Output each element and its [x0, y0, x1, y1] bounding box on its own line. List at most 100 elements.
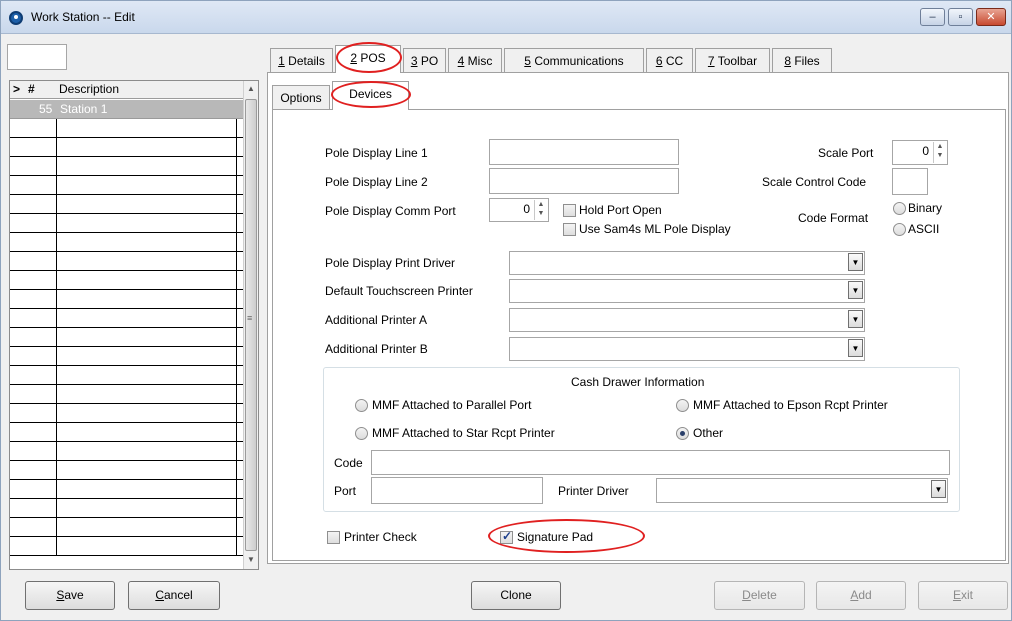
tab-misc[interactable]: 4 Misc: [448, 48, 502, 72]
mmf-star-radio[interactable]: [355, 427, 368, 440]
mmf-epson-label: MMF Attached to Epson Rcpt Printer: [693, 398, 888, 412]
scroll-down-arrow-icon[interactable]: ▼: [247, 555, 255, 564]
window-title: Work Station -- Edit: [31, 10, 135, 24]
list-row[interactable]: [10, 518, 243, 537]
default-touch-printer-label: Default Touchscreen Printer: [325, 284, 473, 298]
tab-toolbar[interactable]: 7 Toolbar: [695, 48, 770, 72]
minimize-button[interactable]: –: [920, 8, 945, 26]
list-row[interactable]: [10, 157, 243, 176]
dropdown-arrow-icon[interactable]: ▼: [848, 310, 863, 328]
list-row[interactable]: [10, 537, 243, 556]
hold-port-open-checkbox[interactable]: [563, 204, 576, 217]
list-row[interactable]: [10, 176, 243, 195]
tab-details[interactable]: 1 Details: [270, 48, 333, 72]
scale-control-code-label: Scale Control Code: [762, 175, 867, 189]
additional-printer-a-label: Additional Printer A: [325, 313, 428, 327]
list-row[interactable]: [10, 442, 243, 461]
cancel-button[interactable]: Cancel: [128, 581, 220, 610]
additional-printer-b-label: Additional Printer B: [325, 342, 428, 356]
other-label: Other: [693, 426, 724, 440]
pole-comm-port-stepper[interactable]: 0 ▲ ▼: [489, 198, 549, 222]
tab-pos[interactable]: 2 POS: [335, 45, 401, 73]
use-sam4s-checkbox[interactable]: [563, 223, 576, 236]
list-row[interactable]: [10, 480, 243, 499]
add-button[interactable]: Add: [816, 581, 906, 610]
workstation-list[interactable]: > # Description 55 Station 1 ▲ ≡ ▼: [9, 80, 259, 570]
mmf-parallel-label: MMF Attached to Parallel Port: [372, 398, 532, 412]
cash-drawer-printer-driver-select[interactable]: ▼: [656, 478, 948, 503]
list-scrollbar[interactable]: ▲ ≡ ▼: [243, 81, 258, 569]
list-row[interactable]: [10, 309, 243, 328]
pole-print-driver-select[interactable]: ▼: [509, 251, 865, 275]
scroll-thumb[interactable]: ≡: [245, 99, 257, 551]
list-row[interactable]: [10, 195, 243, 214]
dropdown-arrow-icon[interactable]: ▼: [848, 253, 863, 271]
tab-cc[interactable]: 6 CC: [646, 48, 693, 72]
cash-drawer-port-input[interactable]: [371, 477, 543, 504]
additional-printer-b-select[interactable]: ▼: [509, 337, 865, 361]
code-format-label: Code Format: [798, 211, 869, 225]
cash-drawer-code-input[interactable]: [371, 450, 950, 475]
list-row[interactable]: [10, 461, 243, 480]
list-header-description[interactable]: Description: [59, 82, 119, 96]
spin-arrows-icon[interactable]: ▲ ▼: [933, 142, 946, 163]
list-row[interactable]: [10, 347, 243, 366]
work-station-edit-window: Work Station -- Edit – ▫ ✕ > # Descripti…: [0, 0, 1012, 621]
scale-port-stepper[interactable]: 0 ▲ ▼: [892, 140, 948, 165]
list-row[interactable]: [10, 423, 243, 442]
list-row[interactable]: [10, 119, 243, 138]
clone-button[interactable]: Clone: [471, 581, 561, 610]
tab-communications[interactable]: 5 Communications: [504, 48, 644, 72]
record-search-input[interactable]: [7, 44, 67, 70]
additional-printer-a-select[interactable]: ▼: [509, 308, 865, 332]
list-row[interactable]: [10, 138, 243, 157]
pole-line1-input[interactable]: [489, 139, 679, 165]
dropdown-arrow-icon[interactable]: ▼: [848, 339, 863, 357]
spin-arrows-icon[interactable]: ▲ ▼: [534, 200, 547, 220]
list-row[interactable]: [10, 366, 243, 385]
hold-port-open-label: Hold Port Open: [579, 203, 662, 217]
subtab-devices[interactable]: Devices: [332, 81, 409, 110]
subtab-options[interactable]: Options: [272, 85, 330, 109]
list-header-marker: >: [13, 82, 21, 96]
delete-button[interactable]: Delete: [714, 581, 805, 610]
printer-driver-label: Printer Driver: [558, 484, 629, 498]
pole-line2-label: Pole Display Line 2: [325, 175, 428, 189]
dropdown-arrow-icon[interactable]: ▼: [931, 480, 946, 498]
printer-check-checkbox[interactable]: [327, 531, 340, 544]
binary-radio[interactable]: [893, 202, 906, 215]
dropdown-arrow-icon[interactable]: ▼: [848, 281, 863, 299]
tab-files[interactable]: 8 Files: [772, 48, 832, 72]
scale-control-code-input[interactable]: [892, 168, 928, 195]
list-row[interactable]: [10, 499, 243, 518]
list-row[interactable]: [10, 252, 243, 271]
tab-po[interactable]: 3 PO: [403, 48, 446, 72]
default-touch-printer-select[interactable]: ▼: [509, 279, 865, 303]
list-row[interactable]: [10, 233, 243, 252]
maximize-button[interactable]: ▫: [948, 8, 973, 26]
pole-print-driver-label: Pole Display Print Driver: [325, 256, 456, 270]
signature-pad-checkbox[interactable]: [500, 529, 513, 544]
pole-comm-port-value: 0: [523, 202, 530, 216]
list-header-number[interactable]: #: [28, 82, 35, 96]
cash-drawer-title: Cash Drawer Information: [571, 375, 705, 389]
pole-line2-input[interactable]: [489, 168, 679, 194]
mmf-parallel-radio[interactable]: [355, 399, 368, 412]
signature-pad-label: Signature Pad: [517, 530, 594, 544]
row-description: Station 1: [60, 102, 108, 116]
mmf-epson-radio[interactable]: [676, 399, 689, 412]
list-row[interactable]: [10, 271, 243, 290]
close-button[interactable]: ✕: [976, 8, 1006, 26]
exit-button[interactable]: Exit: [918, 581, 1008, 610]
list-row[interactable]: [10, 404, 243, 423]
list-row-selected[interactable]: 55 Station 1: [10, 100, 243, 119]
binary-label: Binary: [908, 201, 943, 215]
scroll-up-arrow-icon[interactable]: ▲: [247, 84, 255, 93]
other-radio[interactable]: [676, 427, 689, 440]
list-row[interactable]: [10, 290, 243, 309]
save-button[interactable]: Save: [25, 581, 115, 610]
ascii-radio[interactable]: [893, 223, 906, 236]
list-row[interactable]: [10, 214, 243, 233]
list-row[interactable]: [10, 328, 243, 347]
list-row[interactable]: [10, 385, 243, 404]
